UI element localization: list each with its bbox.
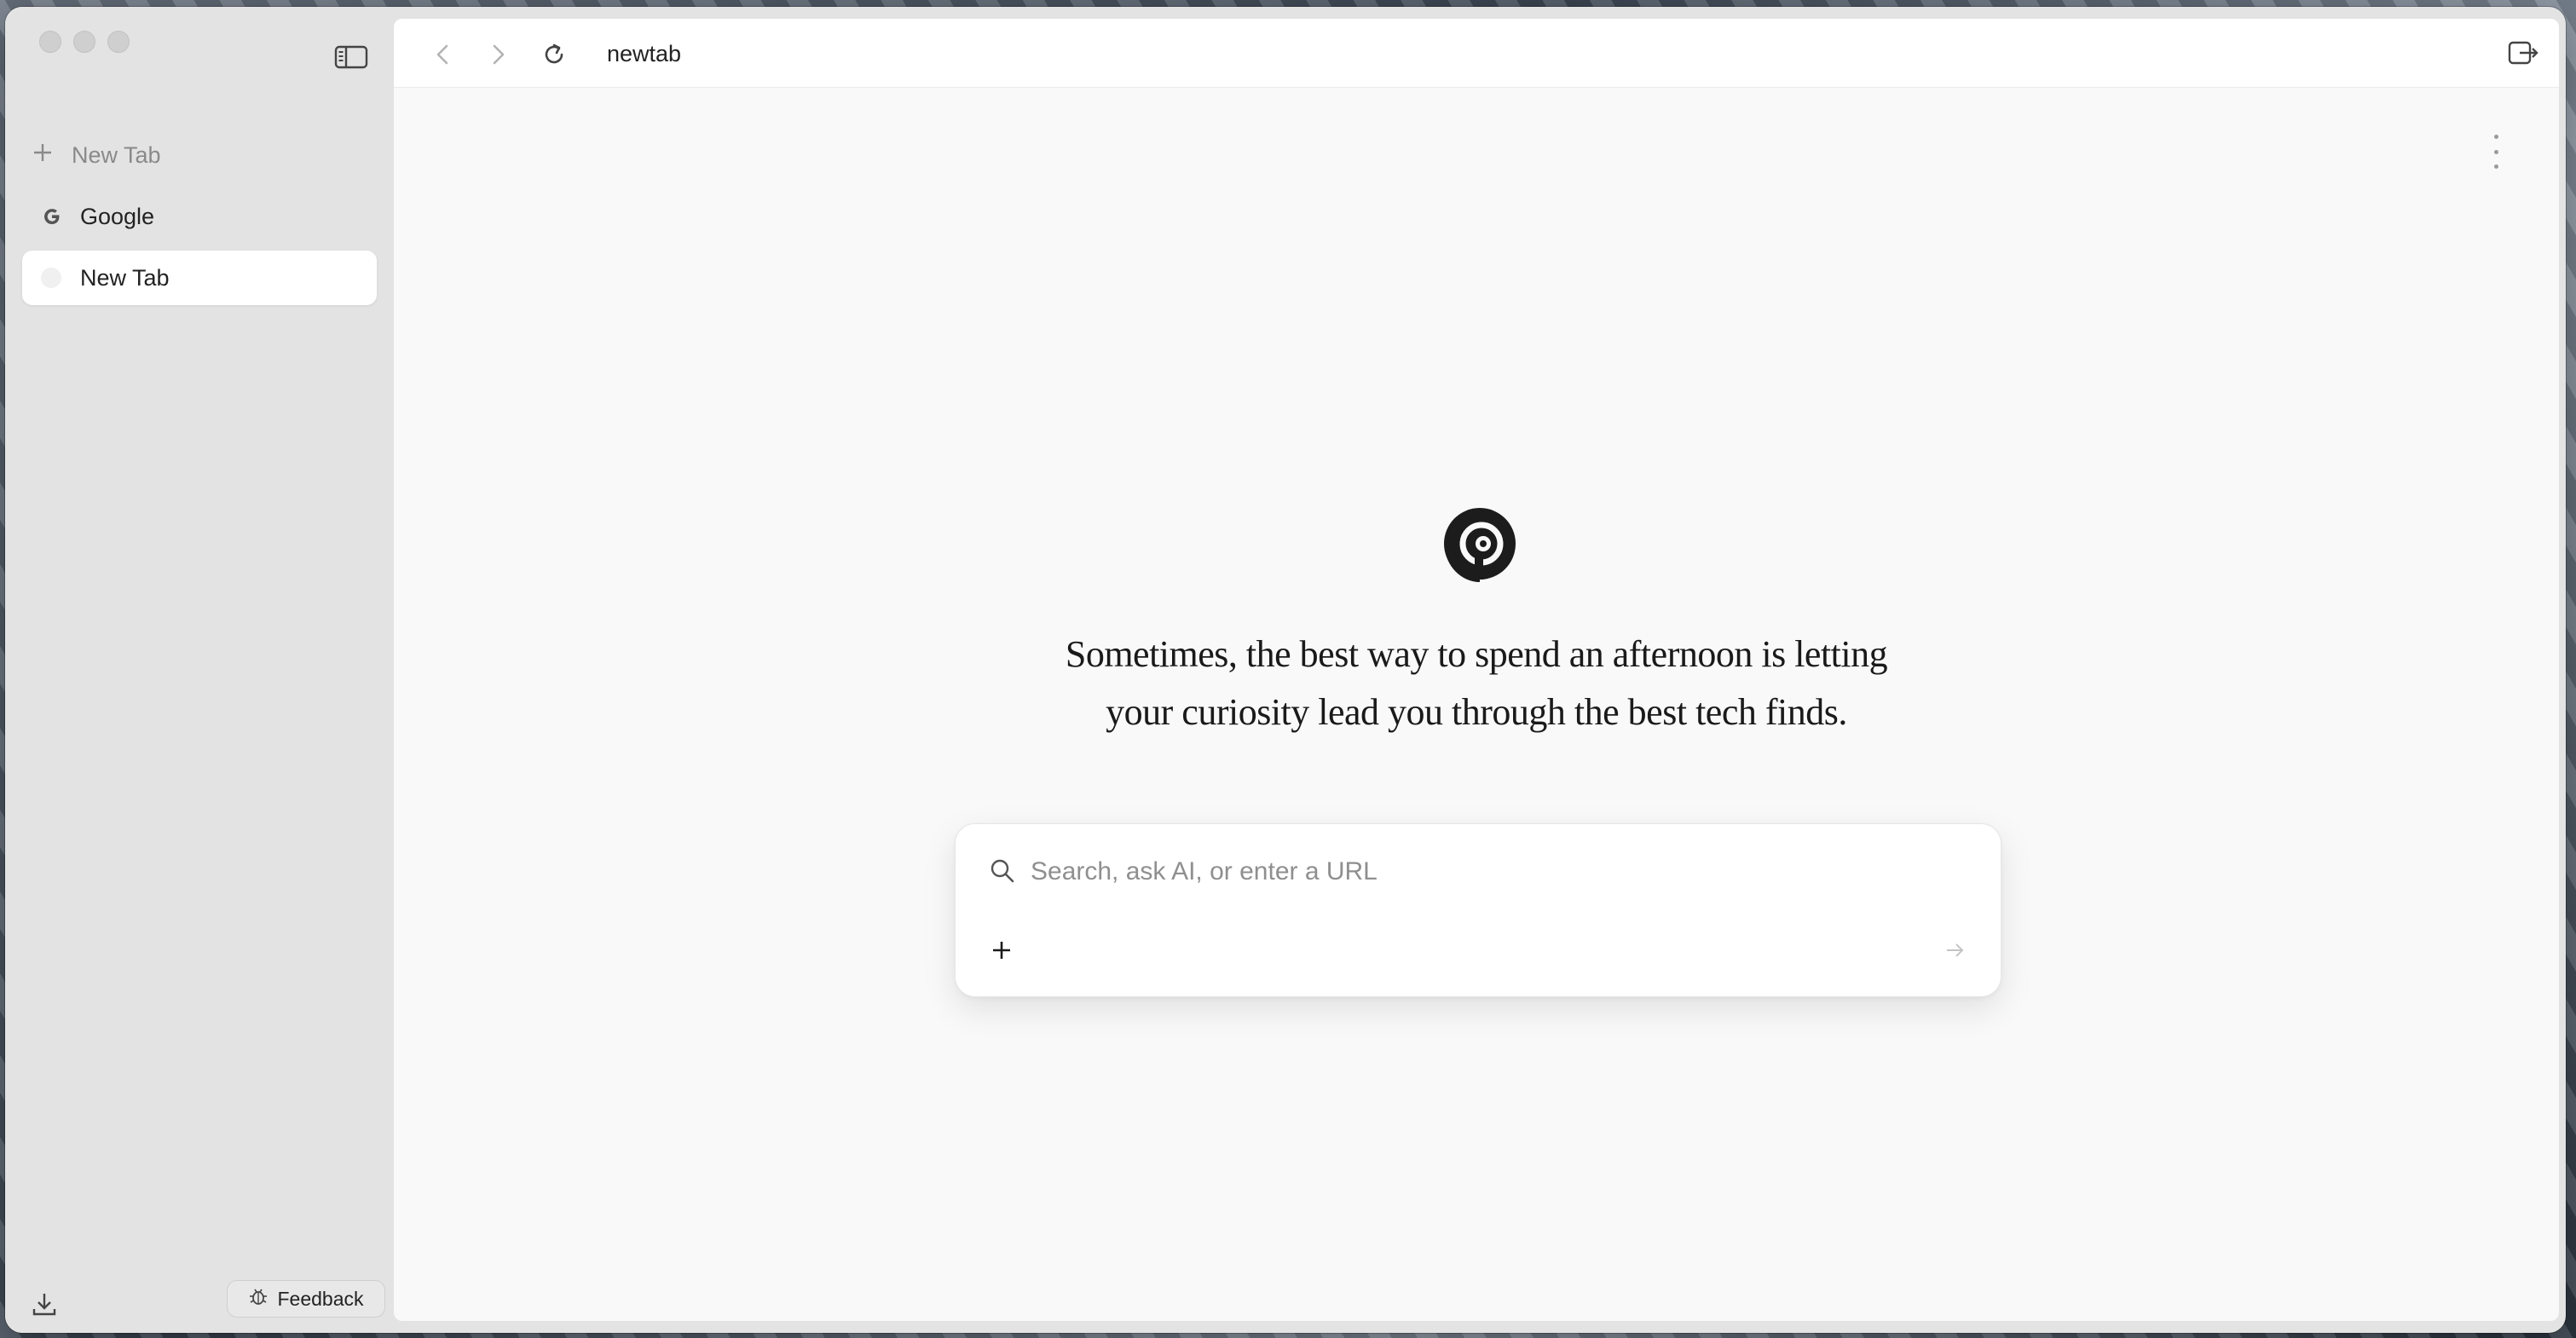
tagline-line-1: Sometimes, the best way to spend an afte… — [1065, 633, 1888, 675]
feedback-label: Feedback — [277, 1287, 364, 1310]
download-icon[interactable] — [29, 1289, 60, 1319]
browser-window: New Tab Google New Tab Feedback newtab S… — [5, 7, 2566, 1333]
search-input[interactable] — [1029, 853, 1953, 891]
plus-icon[interactable] — [986, 935, 1017, 966]
search-icon — [988, 856, 1017, 885]
chevron-left-icon[interactable] — [428, 39, 459, 70]
sidebar-tab-new-tab[interactable]: New Tab — [22, 251, 377, 305]
sidebar-tab-label: Google — [80, 203, 155, 229]
sidebar-tab-label: New Tab — [80, 264, 170, 291]
blank-favicon-icon — [41, 268, 61, 288]
reload-icon[interactable] — [539, 39, 569, 70]
sidebar-toggle-icon[interactable] — [334, 44, 368, 70]
sidebar: New Tab Google New Tab Feedback — [5, 7, 394, 1333]
window-maximize-button[interactable] — [107, 31, 130, 53]
tagline-line-2: your curiosity lead you through the best… — [1106, 691, 1847, 733]
address-bar[interactable]: newtab — [607, 41, 681, 67]
bug-icon — [248, 1286, 269, 1312]
window-close-button[interactable] — [39, 31, 61, 53]
tagline: Sometimes, the best way to spend an afte… — [1050, 626, 1903, 741]
toolbar: newtab — [394, 19, 2559, 88]
google-g-icon — [41, 205, 63, 228]
spiral-logo — [1437, 501, 1522, 586]
sidebar-tab-google[interactable]: Google — [22, 189, 377, 244]
page-content: newtab Sometimes, the best way to spend … — [394, 19, 2559, 1321]
new-tab-label: New Tab — [72, 141, 161, 168]
panel-exit-icon[interactable] — [2506, 37, 2540, 68]
new-tab-button[interactable]: New Tab — [32, 136, 161, 174]
kebab-menu-icon[interactable] — [2487, 135, 2504, 169]
chevron-right-icon[interactable] — [482, 39, 513, 70]
feedback-button[interactable]: Feedback — [227, 1280, 385, 1318]
arrow-right-icon[interactable] — [1939, 935, 1970, 966]
plus-icon — [32, 142, 53, 169]
window-minimize-button[interactable] — [73, 31, 95, 53]
search-box — [955, 823, 2001, 997]
